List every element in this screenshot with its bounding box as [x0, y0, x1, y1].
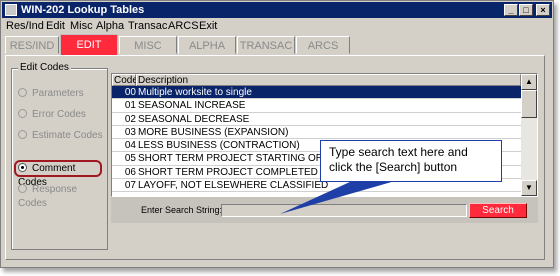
row-code: 01	[124, 100, 136, 112]
scroll-up-icon[interactable]: ▲	[521, 74, 537, 90]
radio-label: Parameters	[32, 88, 84, 99]
minimize-button[interactable]: _	[504, 4, 518, 16]
menu-bar: Res/Ind Edit Misc Alpha Transac ARCS Exi…	[2, 18, 552, 35]
row-code: 00	[124, 87, 136, 98]
radio-dot	[18, 163, 27, 172]
radio-parameters[interactable]: Parameters	[18, 87, 84, 101]
row-description: LESS BUSINESS (CONTRACTION)	[138, 140, 300, 152]
lookup-tables-window: WIN-202 Lookup Tables _ □ × Res/Ind Edit…	[0, 0, 554, 268]
table-row[interactable]: 02 SEASONAL DECREASE	[112, 113, 521, 126]
title-bar[interactable]: WIN-202 Lookup Tables _ □ ×	[2, 2, 552, 18]
row-description: MORE BUSINESS (EXPANSION)	[138, 126, 289, 138]
row-code: 07	[124, 180, 136, 192]
vertical-scrollbar[interactable]: ▲ ▼	[521, 74, 537, 196]
maximize-button[interactable]: □	[519, 4, 533, 16]
search-bar: Enter Search String: Search	[111, 197, 538, 223]
edit-codes-group: Edit Codes Parameters Error Codes Estima…	[11, 62, 108, 250]
search-button[interactable]: Search	[469, 203, 527, 218]
tab-misc[interactable]: MISC	[119, 36, 177, 54]
table-row[interactable]: 03 MORE BUSINESS (EXPANSION)	[112, 126, 521, 140]
row-description: SHORT TERM PROJECT COMPLETED	[138, 166, 318, 178]
radio-dot	[18, 109, 27, 118]
search-input[interactable]	[221, 204, 467, 217]
row-code: 02	[124, 113, 136, 125]
radio-dot	[18, 184, 27, 193]
table-row[interactable]: 01 SEASONAL INCREASE	[112, 99, 521, 113]
column-header-code[interactable]: Code	[112, 74, 138, 86]
menu-alpha[interactable]: Alpha	[96, 20, 124, 32]
tab-arcs[interactable]: ARCS	[296, 36, 350, 54]
row-description: SEASONAL DECREASE	[138, 113, 250, 125]
row-description: LAYOFF, NOT ELSEWHERE CLASSIFIED	[138, 180, 329, 192]
menu-res-ind[interactable]: Res/Ind	[6, 20, 44, 32]
tab-transac[interactable]: TRANSAC	[237, 36, 295, 54]
tab-res-ind[interactable]: RES/IND	[5, 36, 59, 54]
row-code: 04	[124, 140, 136, 152]
row-description: SEASONAL INCREASE	[138, 100, 246, 112]
search-label: Enter Search String:	[141, 205, 223, 215]
row-description: Multiple worksite to single	[138, 87, 252, 98]
menu-misc[interactable]: Misc	[70, 20, 93, 32]
radio-response-codes[interactable]: Response Codes	[18, 183, 107, 209]
menu-transac[interactable]: Transac	[128, 20, 167, 32]
radio-comment-codes[interactable]: Comment Codes	[18, 162, 107, 188]
column-header-description[interactable]: Description	[136, 74, 521, 86]
window-title: WIN-202 Lookup Tables	[21, 4, 145, 16]
scroll-thumb[interactable]	[521, 90, 537, 118]
radio-error-codes[interactable]: Error Codes	[18, 108, 86, 122]
radio-label: Estimate Codes	[32, 130, 103, 141]
list-header: Code Description	[112, 74, 521, 86]
row-code: 03	[124, 126, 136, 138]
tab-alpha[interactable]: ALPHA	[178, 36, 236, 54]
radio-dot	[18, 130, 27, 139]
app-icon	[5, 4, 17, 16]
scroll-down-icon[interactable]: ▼	[521, 180, 537, 196]
menu-exit[interactable]: Exit	[199, 20, 217, 32]
radio-label: Error Codes	[32, 109, 86, 120]
menu-arcs[interactable]: ARCS	[168, 20, 199, 32]
menu-edit[interactable]: Edit	[46, 20, 65, 32]
row-code: 06	[124, 166, 136, 178]
help-callout: Type search text here and click the [Sea…	[320, 140, 502, 182]
tab-edit[interactable]: EDIT	[60, 34, 118, 56]
row-code: 05	[124, 153, 136, 165]
radio-estimate-codes[interactable]: Estimate Codes	[18, 129, 103, 143]
close-button[interactable]: ×	[536, 4, 550, 16]
table-row[interactable]: 00 Multiple worksite to single	[112, 86, 521, 100]
edit-codes-label: Edit Codes	[18, 62, 71, 73]
radio-dot	[18, 88, 27, 97]
